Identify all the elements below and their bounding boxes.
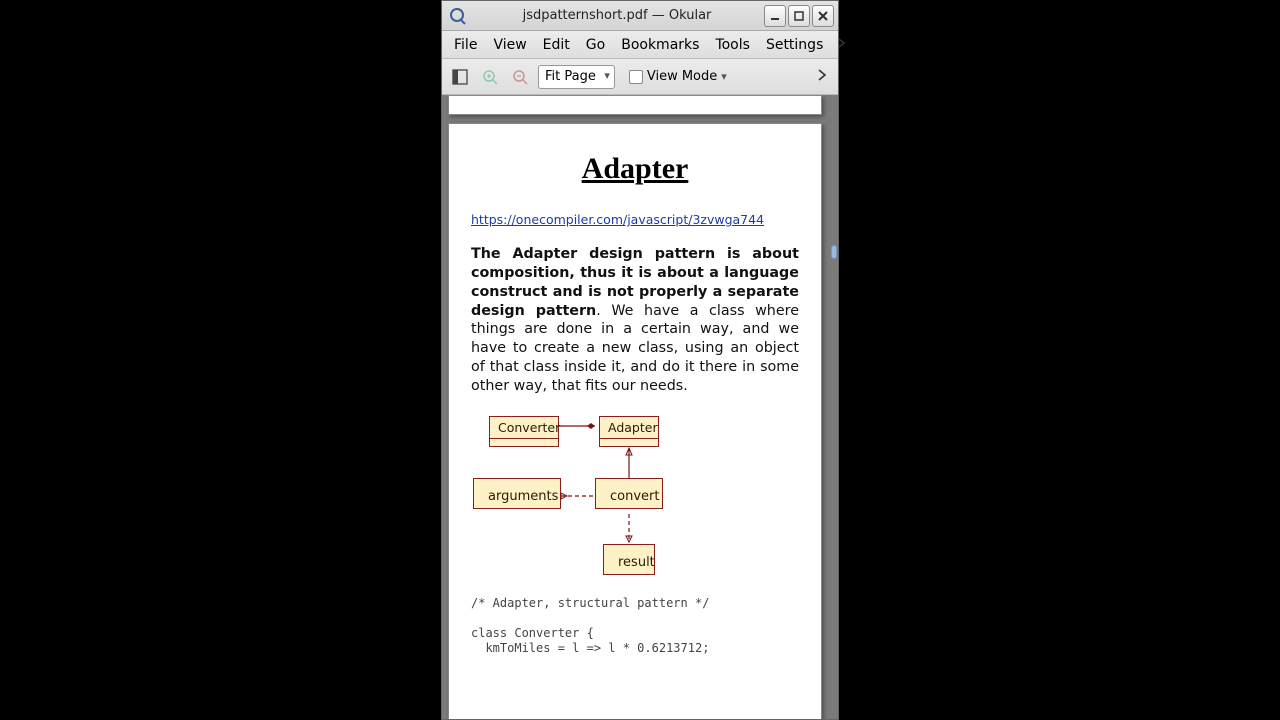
menu-settings[interactable]: Settings bbox=[758, 34, 831, 56]
diagram-box-convert: convert bbox=[595, 478, 663, 509]
close-button[interactable] bbox=[812, 5, 834, 27]
viewmode-button[interactable]: View Mode ▾ bbox=[629, 65, 727, 89]
toolbar: Fit Page View Mode ▾ bbox=[442, 59, 838, 95]
zoom-value: Fit Page bbox=[545, 69, 596, 84]
viewmode-checkbox-icon bbox=[629, 70, 643, 84]
diagram-label: convert bbox=[610, 489, 659, 504]
code-line: class Converter { bbox=[471, 626, 594, 640]
minimize-button[interactable] bbox=[764, 5, 786, 27]
pdf-page: Adapter https://onecompiler.com/javascri… bbox=[448, 123, 822, 719]
code-line: kmToMiles = l => l * 0.6213712; bbox=[471, 641, 709, 655]
menu-overflow-icon[interactable] bbox=[831, 32, 853, 58]
menu-file[interactable]: File bbox=[446, 34, 485, 56]
sidebar-toggle-button[interactable] bbox=[448, 65, 472, 89]
paragraph: The Adapter design pattern is about comp… bbox=[471, 245, 799, 396]
menu-view[interactable]: View bbox=[485, 34, 534, 56]
titlebar: jsdpatternshort.pdf — Okular bbox=[442, 1, 838, 31]
document-viewport[interactable]: Adapter https://onecompiler.com/javascri… bbox=[442, 95, 838, 719]
scrollbar[interactable] bbox=[826, 95, 838, 719]
code-block: /* Adapter, structural pattern */ class … bbox=[471, 596, 799, 656]
toolbar-overflow-icon[interactable] bbox=[812, 63, 832, 91]
diagram-box-result: result bbox=[603, 544, 655, 575]
diagram-box-converter: Converter bbox=[489, 416, 559, 447]
zoom-level-select[interactable]: Fit Page bbox=[538, 65, 615, 89]
menu-bookmarks[interactable]: Bookmarks bbox=[613, 34, 707, 56]
previous-page-sliver bbox=[448, 95, 822, 115]
diagram-box-adapter: Adapter bbox=[599, 416, 659, 447]
maximize-button[interactable] bbox=[788, 5, 810, 27]
menu-go[interactable]: Go bbox=[578, 34, 613, 56]
diagram-label: arguments bbox=[488, 489, 558, 504]
diagram-label: Adapter bbox=[600, 417, 658, 438]
diagram-box-arguments: arguments bbox=[473, 478, 561, 509]
zoom-in-button[interactable] bbox=[478, 65, 502, 89]
code-line: /* Adapter, structural pattern */ bbox=[471, 596, 709, 610]
viewmode-label: View Mode bbox=[647, 69, 717, 84]
uml-diagram: Converter Adapter arguments convert resu… bbox=[471, 410, 799, 588]
app-icon bbox=[446, 5, 468, 27]
chevron-down-icon: ▾ bbox=[721, 70, 727, 83]
app-window: jsdpatternshort.pdf — Okular File View E… bbox=[441, 0, 839, 720]
page-title: Adapter bbox=[471, 152, 799, 186]
scrollbar-thumb[interactable] bbox=[831, 245, 837, 259]
window-title: jsdpatternshort.pdf — Okular bbox=[472, 8, 762, 23]
menubar: File View Edit Go Bookmarks Tools Settin… bbox=[442, 31, 838, 59]
diagram-label: result bbox=[618, 555, 655, 570]
diagram-label: Converter bbox=[490, 417, 558, 438]
reference-link[interactable]: https://onecompiler.com/javascript/3zvwg… bbox=[471, 212, 799, 227]
menu-edit[interactable]: Edit bbox=[535, 34, 578, 56]
zoom-out-button[interactable] bbox=[508, 65, 532, 89]
menu-tools[interactable]: Tools bbox=[707, 34, 758, 56]
